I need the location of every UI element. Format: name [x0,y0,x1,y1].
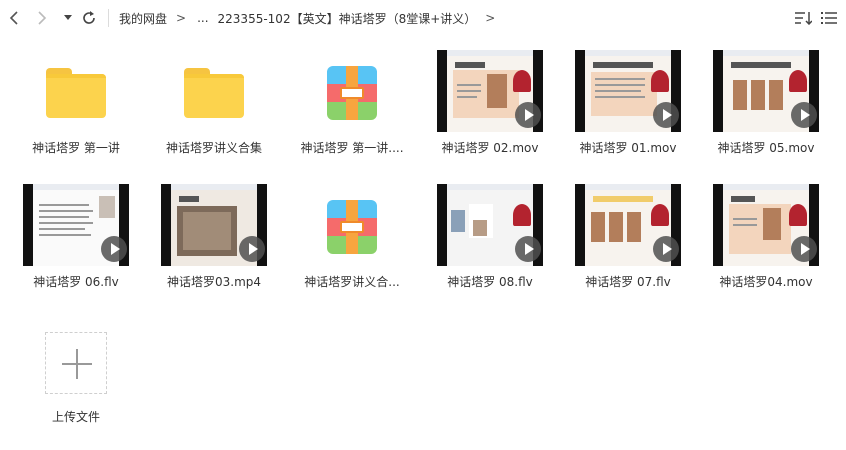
play-icon [101,236,127,262]
play-icon [653,236,679,262]
breadcrumb-ellipsis[interactable]: ... [197,11,208,25]
dropdown-icon [64,15,72,20]
upload-label: 上传文件 [51,410,100,424]
video-item[interactable]: 神话塔罗 07.flv [559,184,697,304]
file-name: 神话塔罗 第一讲 [32,141,120,155]
file-name: 神话塔罗 05.mov [717,141,815,155]
breadcrumb-separator: > [485,11,496,25]
file-name: 神话塔罗讲义合集 [165,141,262,155]
video-thumbnail [161,184,267,266]
play-icon [653,102,679,128]
breadcrumb-current[interactable]: 223355-102【英文】神话塔罗（8堂课+讲义） [218,10,477,27]
forward-icon [38,11,47,25]
play-icon [791,102,817,128]
play-icon [239,236,265,262]
video-item[interactable]: 神话塔罗03.mp4 [145,184,283,304]
video-item[interactable]: 神话塔罗04.mov [697,184,835,304]
play-icon [515,102,541,128]
file-name: 神话塔罗04.mov [719,275,813,289]
folder-item[interactable]: 神话塔罗 第一讲 [7,50,145,170]
video-thumbnail [575,50,681,132]
video-thumbnail [437,184,543,266]
folder-icon [184,68,244,118]
video-thumbnail [575,184,681,266]
breadcrumb-separator: > [176,11,187,25]
folder-icon [46,68,106,118]
video-thumbnail [713,184,819,266]
forward-button[interactable] [32,6,52,30]
breadcrumb: 我的网盘 > ... 223355-102【英文】神话塔罗（8堂课+讲义） > [119,0,506,36]
upload-item[interactable]: 上传文件 [7,330,145,450]
file-name: 神话塔罗 第一讲.... [300,141,404,155]
file-name: 神话塔罗 02.mov [441,141,539,155]
folder-item[interactable]: 神话塔罗讲义合集 [145,50,283,170]
archive-icon [327,66,377,120]
back-button[interactable] [4,6,24,30]
archive-icon [327,200,377,254]
play-icon [515,236,541,262]
file-name: 神话塔罗 07.flv [585,275,671,289]
history-dropdown[interactable] [60,6,76,30]
toolbar-divider [108,9,109,27]
video-item[interactable]: 神话塔罗 02.mov [421,50,559,170]
upload-button[interactable] [45,332,107,394]
list-view-icon [821,12,837,24]
file-name: 神话塔罗讲义合... [304,275,400,289]
back-icon [9,11,18,25]
view-toggle-button[interactable] [818,6,840,30]
video-thumbnail [437,50,543,132]
breadcrumb-root[interactable]: 我的网盘 [119,10,167,27]
video-thumbnail [713,50,819,132]
video-item[interactable]: 神话塔罗 06.flv [7,184,145,304]
video-item[interactable]: 神话塔罗 08.flv [421,184,559,304]
file-name: 神话塔罗 06.flv [33,275,119,289]
video-item[interactable]: 神话塔罗 05.mov [697,50,835,170]
toolbar: 我的网盘 > ... 223355-102【英文】神话塔罗（8堂课+讲义） > [0,0,846,36]
file-name: 神话塔罗 08.flv [447,275,533,289]
file-name: 神话塔罗 01.mov [579,141,677,155]
archive-item[interactable]: 神话塔罗 第一讲.... [283,50,421,170]
file-name: 神话塔罗03.mp4 [166,275,262,289]
refresh-button[interactable] [78,6,100,30]
video-thumbnail [23,184,129,266]
play-icon [791,236,817,262]
refresh-icon [83,11,95,24]
sort-button[interactable] [792,6,814,30]
archive-item[interactable]: 神话塔罗讲义合... [283,184,421,304]
sort-icon [795,12,812,25]
video-item[interactable]: 神话塔罗 01.mov [559,50,697,170]
